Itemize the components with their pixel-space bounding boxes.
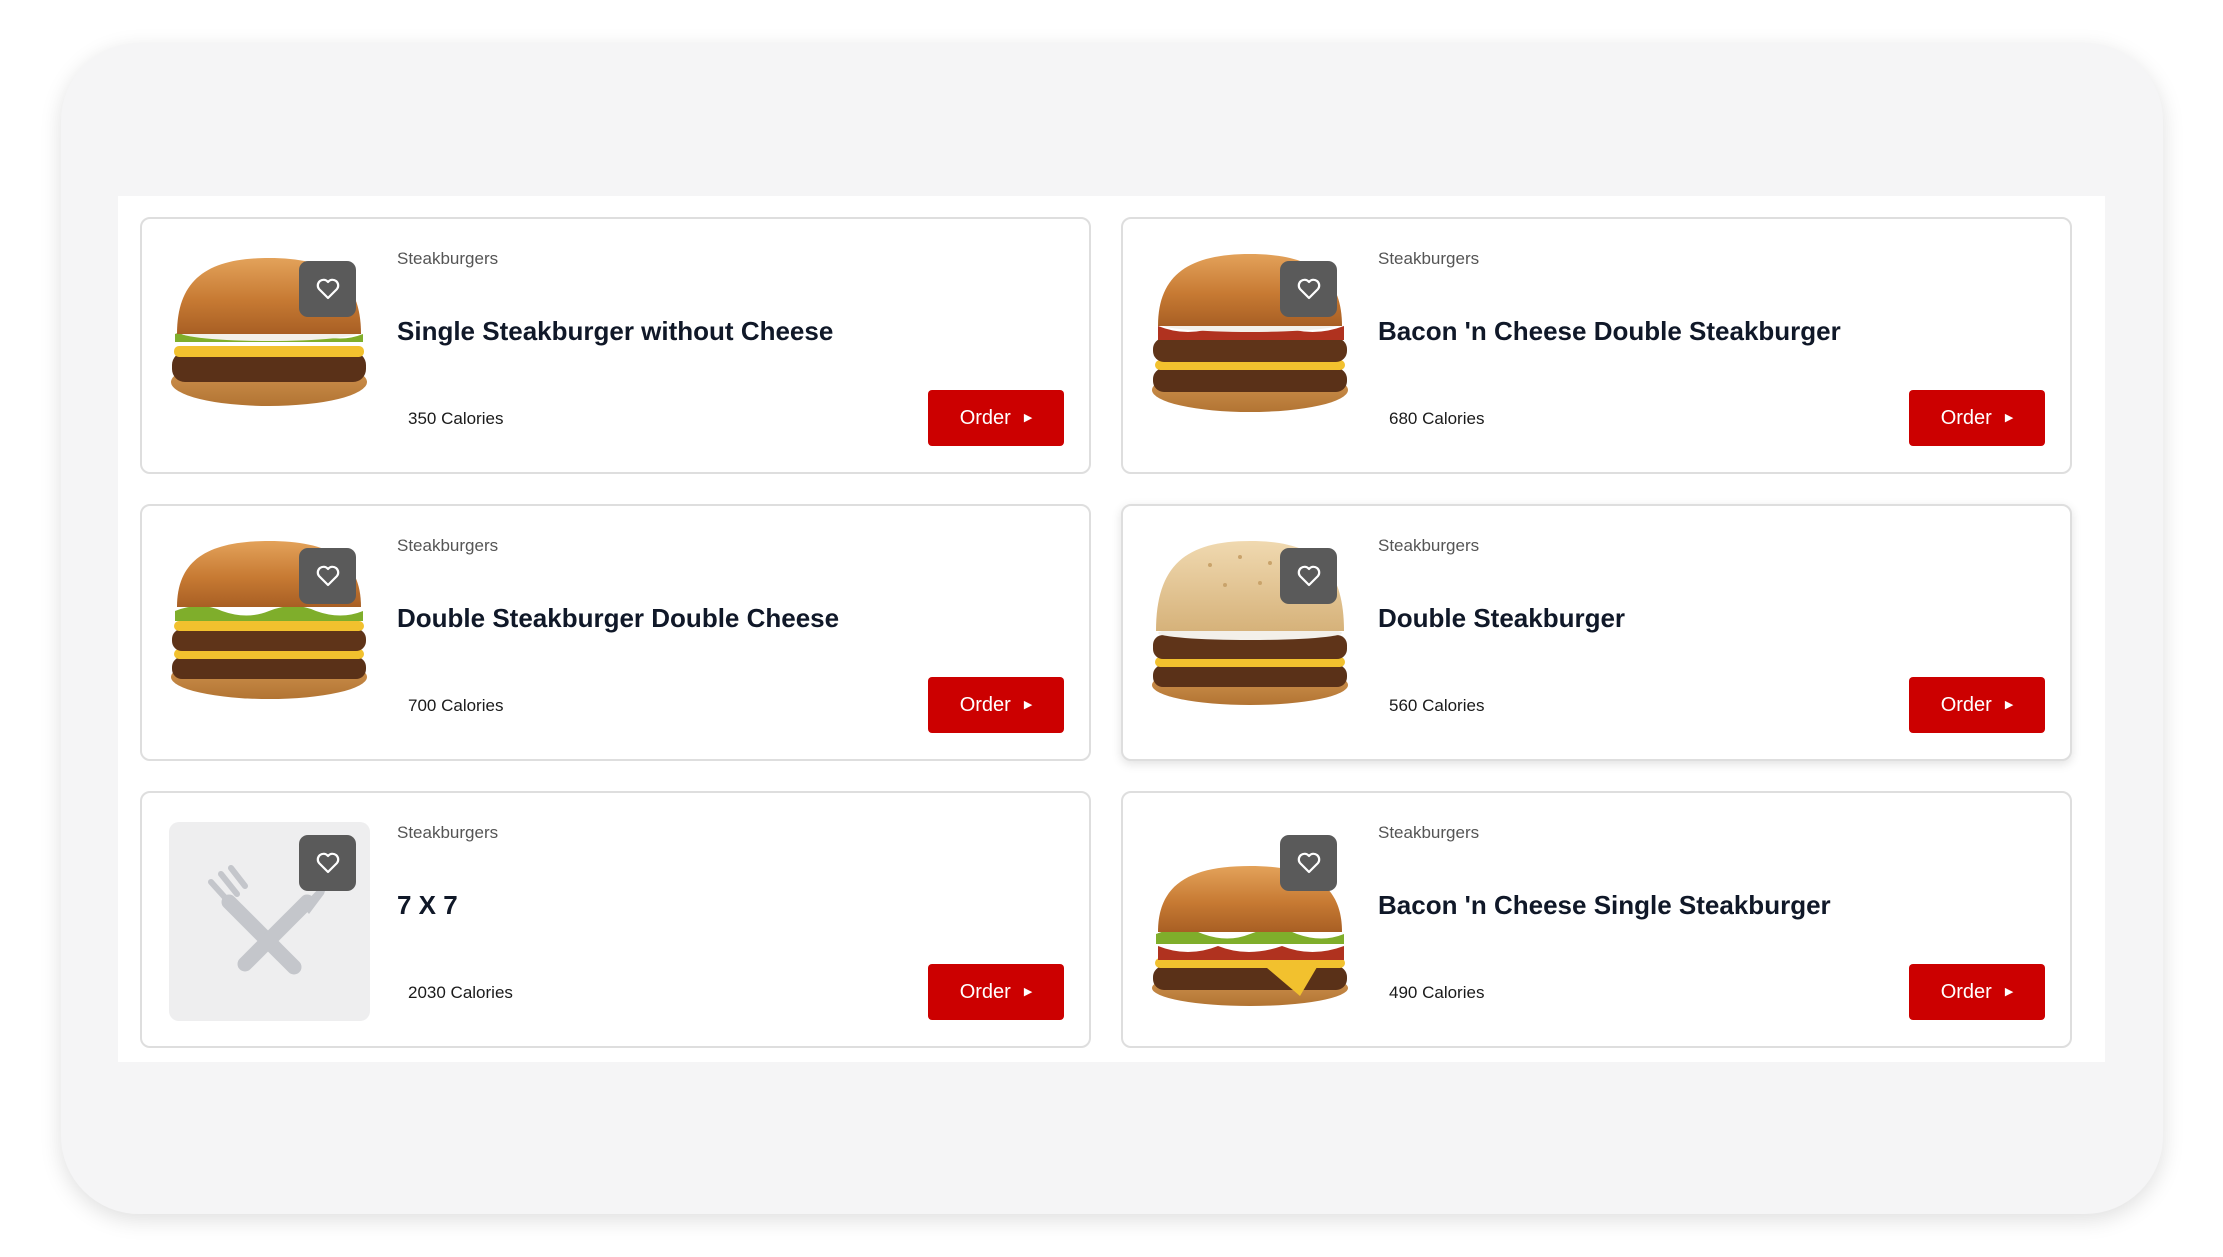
menu-card[interactable]: Steakburgers 7 X 7 2030 Calories Order ▶ <box>140 791 1091 1048</box>
favorite-button[interactable] <box>1280 261 1337 317</box>
order-button[interactable]: Order ▶ <box>1909 964 2045 1020</box>
item-category: Steakburgers <box>397 536 499 555</box>
item-category: Steakburgers <box>397 823 499 842</box>
play-triangle-icon: ▶ <box>1023 985 1033 998</box>
order-label: Order <box>1940 406 1992 429</box>
item-category: Steakburgers <box>1378 249 1480 268</box>
order-label: Order <box>959 406 1011 429</box>
order-label: Order <box>1940 693 1992 716</box>
menu-card[interactable]: Steakburgers Single Steakburger without … <box>140 217 1091 474</box>
item-calories: 2030 Calories <box>408 983 513 1002</box>
item-name[interactable]: Bacon 'n Cheese Double Steakburger <box>1378 316 1841 347</box>
play-triangle-icon: ▶ <box>2004 698 2014 711</box>
item-category: Steakburgers <box>397 249 499 268</box>
order-label: Order <box>1940 980 1992 1003</box>
order-button[interactable]: Order ▶ <box>928 390 1064 446</box>
order-label: Order <box>959 980 1011 1003</box>
heart-outline-icon <box>1297 565 1320 587</box>
item-category: Steakburgers <box>1378 536 1480 555</box>
favorite-button[interactable] <box>1280 548 1337 604</box>
order-button[interactable]: Order ▶ <box>928 964 1064 1020</box>
item-calories: 700 Calories <box>408 696 504 715</box>
order-button[interactable]: Order ▶ <box>1909 390 2045 446</box>
favorite-button[interactable] <box>299 835 356 891</box>
heart-outline-icon <box>316 852 339 874</box>
order-button[interactable]: Order ▶ <box>928 677 1064 733</box>
item-name[interactable]: Single Steakburger without Cheese <box>397 316 833 347</box>
heart-outline-icon <box>1297 852 1320 874</box>
order-button[interactable]: Order ▶ <box>1909 677 2045 733</box>
item-calories: 490 Calories <box>1389 983 1485 1002</box>
favorite-button[interactable] <box>299 548 356 604</box>
menu-card[interactable]: Steakburgers Double Steakburger 560 Calo… <box>1121 504 2072 761</box>
item-calories: 680 Calories <box>1389 409 1485 428</box>
item-name[interactable]: 7 X 7 <box>397 890 458 921</box>
item-name[interactable]: Bacon 'n Cheese Single Steakburger <box>1378 890 1831 921</box>
play-triangle-icon: ▶ <box>1023 411 1033 424</box>
item-calories: 560 Calories <box>1389 696 1485 715</box>
menu-card[interactable]: Steakburgers Bacon 'n Cheese Double Stea… <box>1121 217 2072 474</box>
item-name[interactable]: Double Steakburger Double Cheese <box>397 603 839 634</box>
favorite-button[interactable] <box>1280 835 1337 891</box>
item-category: Steakburgers <box>1378 823 1480 842</box>
heart-outline-icon <box>316 278 339 300</box>
order-label: Order <box>959 693 1011 716</box>
play-triangle-icon: ▶ <box>2004 411 2014 424</box>
play-triangle-icon: ▶ <box>2004 985 2014 998</box>
menu-card[interactable]: Steakburgers Bacon 'n Cheese Single Stea… <box>1121 791 2072 1048</box>
menu-grid: Steakburgers Single Steakburger without … <box>118 196 2105 1062</box>
item-name[interactable]: Double Steakburger <box>1378 603 1625 634</box>
favorite-button[interactable] <box>299 261 356 317</box>
play-triangle-icon: ▶ <box>1023 698 1033 711</box>
item-calories: 350 Calories <box>408 409 504 428</box>
heart-outline-icon <box>316 565 339 587</box>
heart-outline-icon <box>1297 278 1320 300</box>
menu-card[interactable]: Steakburgers Double Steakburger Double C… <box>140 504 1091 761</box>
